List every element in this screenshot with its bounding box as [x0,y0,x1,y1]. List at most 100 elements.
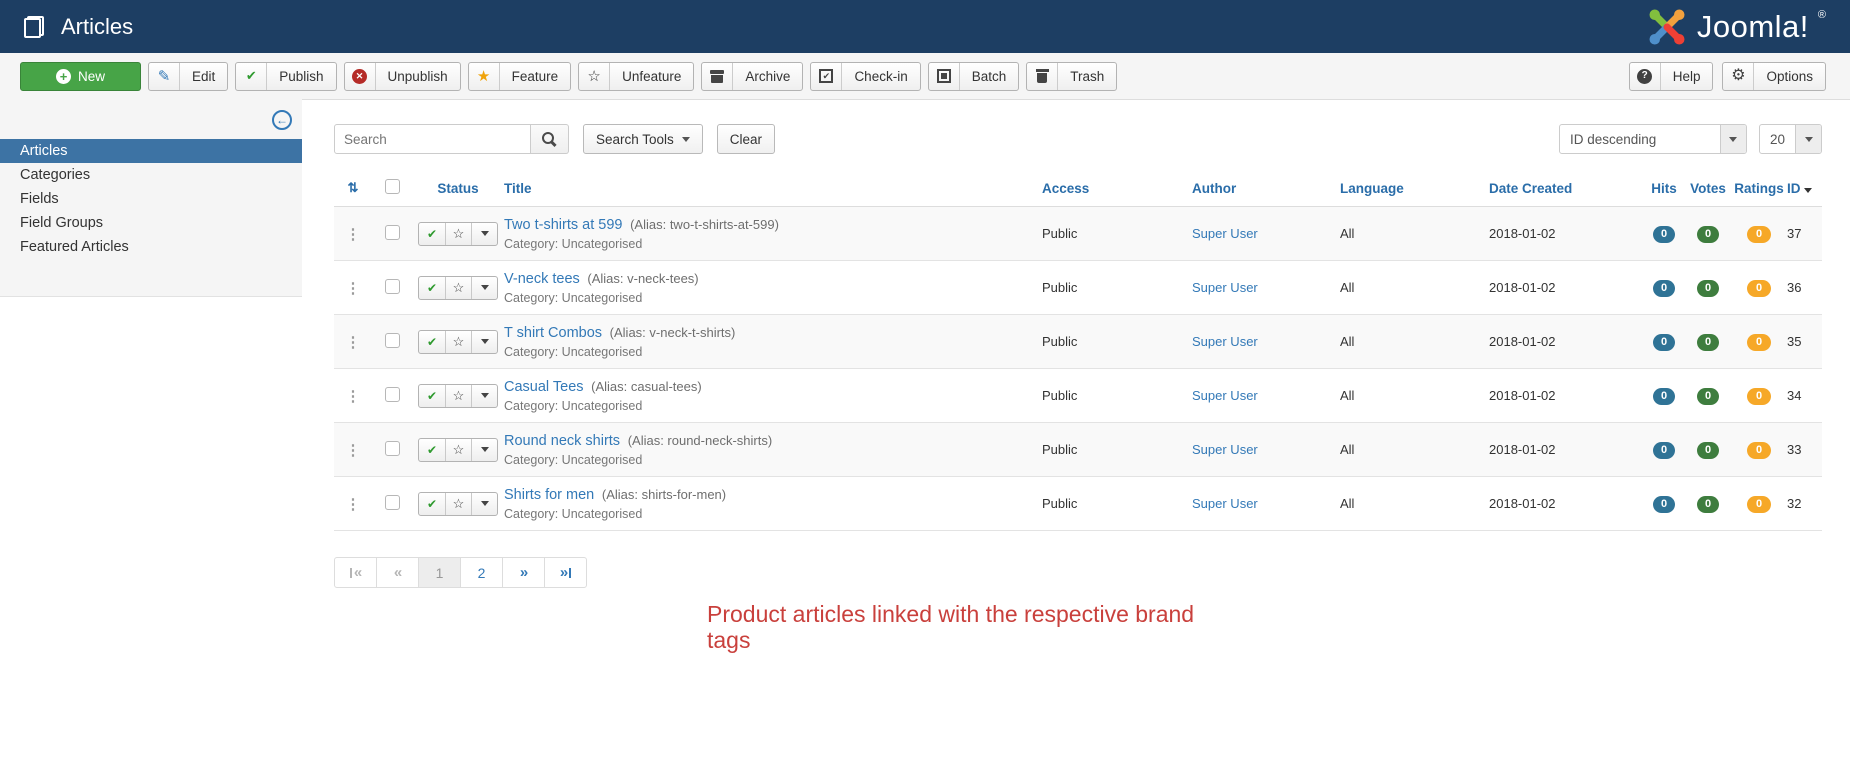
header-title[interactable]: Title [504,181,532,196]
article-category: Category: Uncategorised [504,237,1042,251]
select-all-checkbox[interactable] [385,179,400,194]
author-link[interactable]: Super User [1192,496,1258,511]
row-checkbox[interactable] [385,387,400,402]
sort-select[interactable]: ID descending [1559,124,1747,154]
status-button-group: ✔ ☆ [418,276,498,300]
header-status[interactable]: Status [437,181,478,196]
row-checkbox[interactable] [385,441,400,456]
status-dropdown-button[interactable] [471,439,497,461]
publish-toggle-button[interactable]: ✔ [419,493,445,515]
author-link[interactable]: Super User [1192,226,1258,241]
publish-toggle-button[interactable]: ✔ [419,385,445,407]
author-link[interactable]: Super User [1192,280,1258,295]
search-tools-button[interactable]: Search Tools [583,124,703,154]
ordering-sort-icon[interactable]: ⇅ [348,180,359,195]
article-title-link[interactable]: Shirts for men [504,487,594,503]
header-votes[interactable]: Votes [1690,181,1726,196]
header-id[interactable]: ID [1787,181,1812,196]
header-date-created[interactable]: Date Created [1489,181,1572,196]
limit-select[interactable]: 20 [1759,124,1822,154]
archive-button[interactable]: Archive [701,62,803,91]
drag-handle-icon[interactable]: ⋮ [346,388,361,405]
author-link[interactable]: Super User [1192,442,1258,457]
feature-toggle-button[interactable]: ☆ [445,223,471,245]
options-button[interactable]: ⚙ Options [1722,62,1826,91]
feature-toggle-button[interactable]: ☆ [445,331,471,353]
publish-button[interactable]: ✔ Publish [235,62,336,91]
header-hits[interactable]: Hits [1651,181,1677,196]
drag-handle-icon[interactable]: ⋮ [346,496,361,513]
search-input[interactable] [334,124,531,154]
sidebar-item[interactable]: Featured Articles [0,235,302,259]
status-dropdown-button[interactable] [471,331,497,353]
batch-button[interactable]: Batch [928,62,1020,91]
sidebar-item[interactable]: Articles [0,139,302,163]
help-button[interactable]: ? Help [1629,62,1714,91]
clear-button[interactable]: Clear [717,124,775,154]
page-last-button[interactable]: » [544,557,587,588]
article-title-link[interactable]: Casual Tees [504,379,584,395]
article-title-link[interactable]: Two t-shirts at 599 [504,217,622,233]
new-button[interactable]: + New [20,62,141,91]
publish-toggle-button[interactable]: ✔ [419,439,445,461]
chevron-down-icon [481,231,489,236]
article-title-link[interactable]: Round neck shirts [504,433,620,449]
chevron-down-icon [1795,125,1821,153]
feature-toggle-button[interactable]: ☆ [445,439,471,461]
sidebar-collapse-icon[interactable]: ← [272,110,292,130]
page-title: Articles [61,14,133,40]
sidebar-menu: Articles Categories Fields Field Groups … [0,139,302,259]
drag-handle-icon[interactable]: ⋮ [346,280,361,297]
article-title-link[interactable]: T shirt Combos [504,325,602,341]
sidebar-item[interactable]: Categories [0,163,302,187]
page-next-button[interactable]: » [502,557,545,588]
row-checkbox[interactable] [385,279,400,294]
access-cell: Public [1042,207,1192,261]
row-checkbox[interactable] [385,225,400,240]
help-icon: ? [1630,63,1661,90]
pagination: « « 1 2 » » [334,557,1822,588]
article-title-link[interactable]: V-neck tees [504,271,580,287]
joomla-logo-icon [1646,6,1688,48]
row-checkbox[interactable] [385,495,400,510]
header-language[interactable]: Language [1340,181,1404,196]
status-dropdown-button[interactable] [471,277,497,299]
feature-toggle-button[interactable]: ☆ [445,277,471,299]
id-cell: 37 [1787,207,1822,261]
language-cell: All [1340,261,1489,315]
publish-toggle-button[interactable]: ✔ [419,223,445,245]
feature-toggle-button[interactable]: ☆ [445,493,471,515]
unfeature-button[interactable]: ☆ Unfeature [578,62,694,91]
drag-handle-icon[interactable]: ⋮ [346,334,361,351]
header-access[interactable]: Access [1042,181,1089,196]
edit-button[interactable]: ✎ Edit [148,62,228,91]
status-dropdown-button[interactable] [471,493,497,515]
publish-toggle-button[interactable]: ✔ [419,331,445,353]
author-link[interactable]: Super User [1192,388,1258,403]
page-number-link[interactable]: 2 [460,557,503,588]
feature-toggle-button[interactable]: ☆ [445,385,471,407]
row-checkbox[interactable] [385,333,400,348]
drag-handle-icon[interactable]: ⋮ [346,442,361,459]
brand-wordmark: Joomla! [1697,9,1809,45]
search-submit-button[interactable] [531,124,569,154]
sidebar-item[interactable]: Fields [0,187,302,211]
sidebar-item[interactable]: Field Groups [0,211,302,235]
feature-button[interactable]: ★ Feature [468,62,572,91]
header-author[interactable]: Author [1192,181,1236,196]
unpublish-button[interactable]: ✕ Unpublish [344,62,461,91]
trash-button[interactable]: Trash [1026,62,1117,91]
article-alias: (Alias: two-t-shirts-at-599) [630,217,779,232]
author-link[interactable]: Super User [1192,334,1258,349]
drag-handle-icon[interactable]: ⋮ [346,226,361,243]
publish-toggle-button[interactable]: ✔ [419,277,445,299]
checkin-button[interactable]: ✔ Check-in [810,62,920,91]
status-dropdown-button[interactable] [471,223,497,245]
toolbar: + New ✎ Edit ✔ Publish ✕ Unpublish ★ Fea… [0,53,1850,99]
article-alias: (Alias: v-neck-tees) [587,271,698,286]
votes-badge: 0 [1697,226,1719,243]
header-ratings[interactable]: Ratings [1734,181,1784,196]
status-dropdown-button[interactable] [471,385,497,407]
table-header-row: ⇅ Status Title Access Author Language Da… [334,171,1822,207]
id-cell: 36 [1787,261,1822,315]
